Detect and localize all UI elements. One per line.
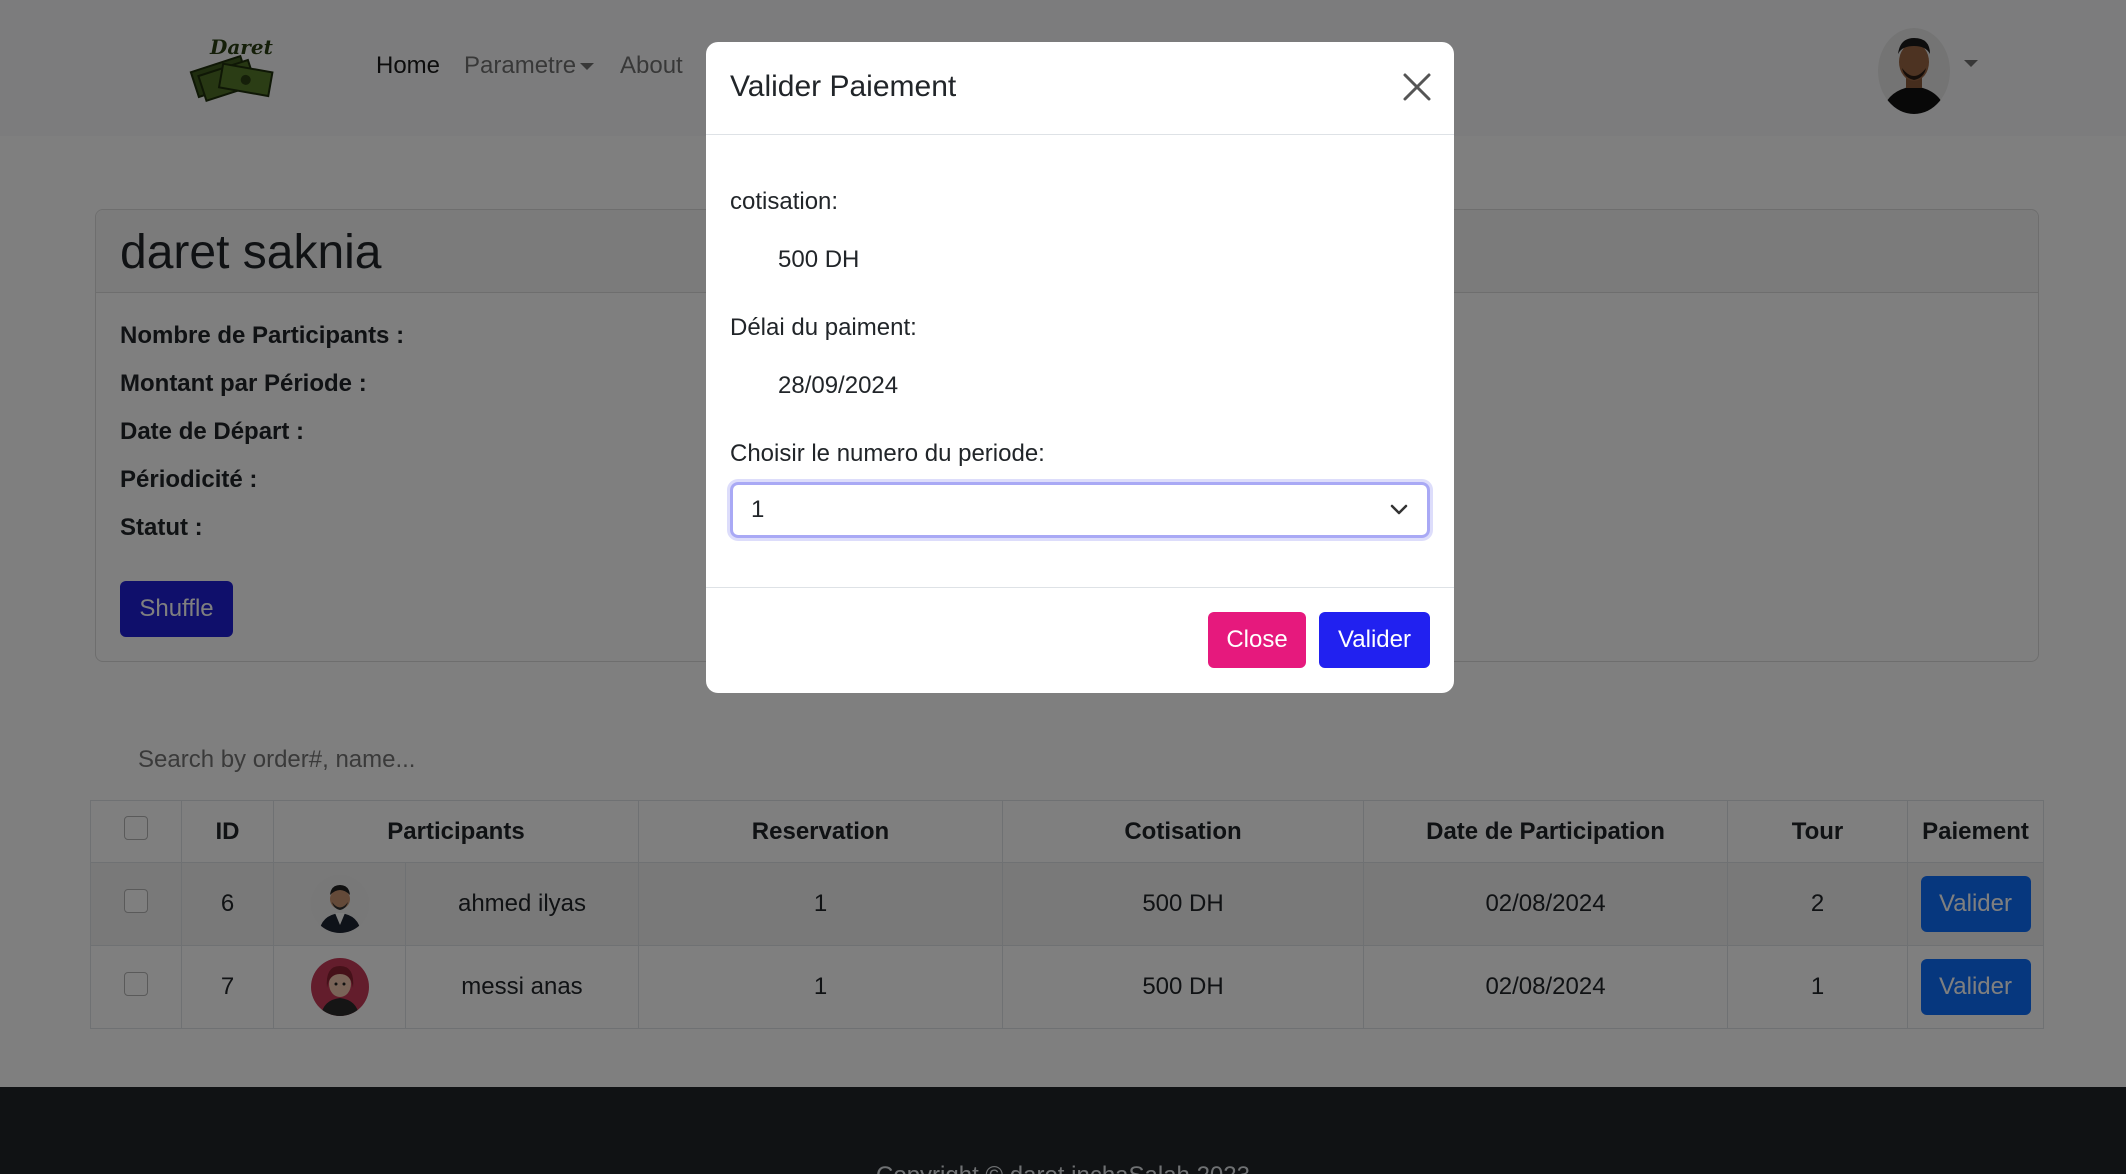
cotisation-label: cotisation:	[730, 188, 839, 215]
valider-paiement-modal: Valider Paiement cotisation: 500 DH Déla…	[706, 42, 1454, 693]
chevron-down-icon	[1390, 504, 1408, 515]
valider-button[interactable]: Valider	[1319, 612, 1430, 668]
periode-selected-value: 1	[751, 496, 765, 523]
periode-label: Choisir le numero du periode:	[730, 440, 1045, 467]
modal-title: Valider Paiement	[730, 70, 957, 103]
close-button[interactable]: Close	[1208, 612, 1306, 668]
periode-select[interactable]: 1	[730, 482, 1430, 538]
modal-header: Valider Paiement	[706, 42, 1454, 135]
modal-footer: Close Valider	[706, 587, 1454, 693]
delai-label: Délai du paiment:	[730, 314, 917, 341]
cotisation-value: 500 DH	[778, 246, 860, 273]
close-icon[interactable]	[1402, 72, 1432, 102]
delai-value: 28/09/2024	[778, 372, 899, 399]
